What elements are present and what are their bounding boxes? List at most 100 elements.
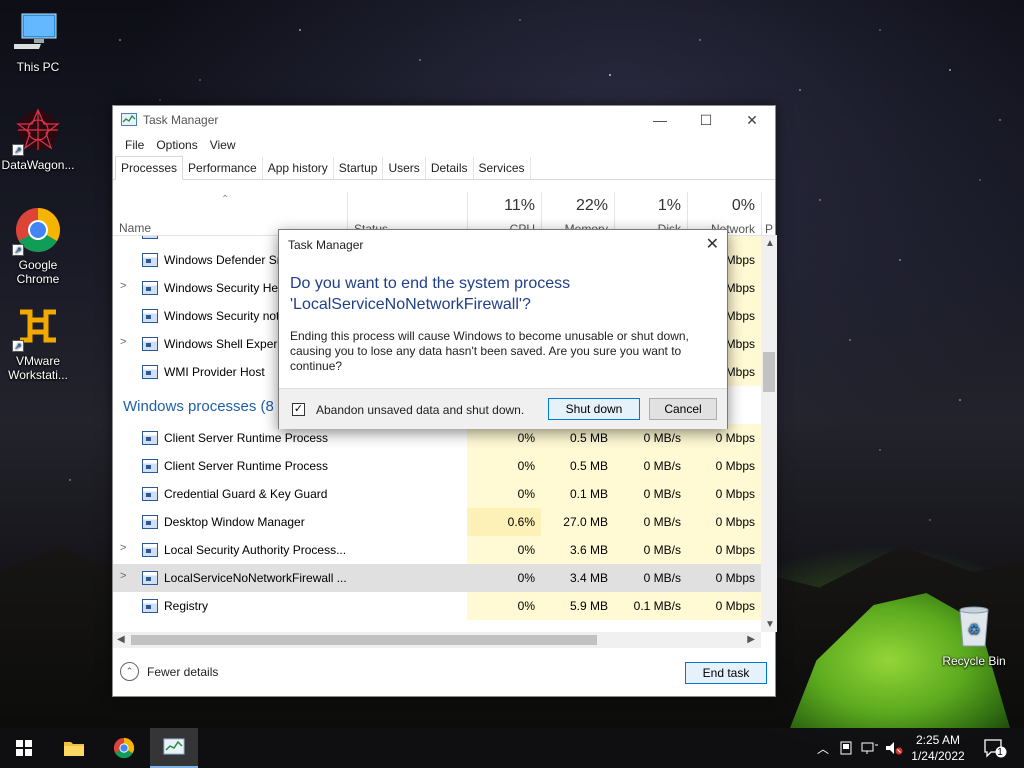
process-cpu-value: 0%: [517, 571, 535, 585]
menu-file[interactable]: File: [119, 138, 150, 152]
process-name: Client Server Runtime Process: [164, 431, 329, 445]
end-process-dialog: Task Manager ✕ Do you want to end the sy…: [278, 229, 728, 429]
process-row[interactable]: > LocalServiceNoNetworkFirewall ... 0% 3.4 …: [113, 564, 761, 592]
process-network-value: 0 Mbps: [715, 543, 755, 557]
desktop-icon-vmware[interactable]: ↗ VMware Workstati...: [0, 302, 76, 382]
disk-total: 1%: [657, 197, 681, 214]
process-disk-value: 0 MB/s: [643, 571, 681, 585]
end-task-button[interactable]: End task: [685, 662, 767, 684]
chrome-icon: [113, 737, 135, 759]
svg-text:♻: ♻: [968, 622, 981, 638]
column-header-name[interactable]: Name: [119, 221, 151, 235]
tab-performance[interactable]: Performance: [183, 157, 263, 179]
dialog-heading: Do you want to end the system process 'L…: [290, 273, 710, 315]
abandon-data-label[interactable]: Abandon unsaved data and shut down.: [316, 403, 524, 417]
desktop-icon-datawagon[interactable]: ↗ DataWagon...: [0, 106, 76, 172]
window-title: Task Manager: [143, 113, 219, 127]
process-icon: [142, 599, 158, 613]
desktop-icon-label: VMware Workstati...: [8, 354, 68, 382]
taskbar-file-explorer[interactable]: [50, 728, 98, 768]
vmware-icon: ↗: [12, 302, 62, 352]
desktop-icon-google-chrome[interactable]: ↗ Google Chrome: [0, 206, 76, 286]
task-manager-icon: [163, 738, 185, 755]
process-icon: [142, 571, 158, 585]
volume-muted-icon[interactable]: [884, 728, 904, 768]
computer-icon: [11, 8, 62, 56]
cpu-total: 11%: [504, 197, 535, 214]
tab-users[interactable]: Users: [383, 157, 426, 179]
process-row[interactable]: > Local Security Authority Process... 0% 3.…: [113, 536, 761, 564]
process-row[interactable]: Desktop Window Manager 0.6% 27.0 MB 0 MB/s 0…: [113, 508, 761, 536]
process-icon: [142, 337, 158, 351]
process-name: Local Security Authority Process...: [164, 543, 347, 557]
shortcut-arrow-icon: ↗: [12, 340, 24, 352]
shut-down-button[interactable]: Shut down: [548, 398, 640, 420]
menu-options[interactable]: Options: [150, 138, 203, 152]
vertical-scrollbar[interactable]: ▲ ▼: [761, 236, 777, 632]
show-hidden-icons-chevron[interactable]: ︿: [814, 728, 832, 768]
menu-view[interactable]: View: [204, 138, 242, 152]
process-name: Windows Shell Experie: [164, 337, 287, 351]
desktop-icon-label: Recycle Bin: [942, 654, 1006, 668]
fewer-details-button[interactable]: ⌃ Fewer details: [120, 662, 218, 681]
taskbar-task-manager[interactable]: [150, 728, 198, 768]
scroll-up-icon[interactable]: ▲: [765, 238, 775, 249]
process-disk-value: 0 MB/s: [643, 459, 681, 473]
tab-processes[interactable]: Processes: [115, 156, 184, 180]
desktop-icon-label: Google Chrome: [16, 258, 60, 286]
datawagon-icon: ↗: [12, 106, 62, 156]
maximize-button[interactable]: ☐: [683, 106, 729, 134]
desktop-icon-this-pc[interactable]: This PC: [0, 8, 76, 74]
scroll-left-icon[interactable]: ◀: [117, 634, 125, 645]
title-bar[interactable]: Task Manager — ☐ ✕: [113, 106, 775, 134]
expand-chevron-icon[interactable]: >: [120, 542, 126, 554]
process-row[interactable]: Client Server Runtime Process 0% 0.5 MB 0 M…: [113, 452, 761, 480]
expand-chevron-icon[interactable]: >: [120, 280, 126, 292]
action-center-button[interactable]: 1: [980, 728, 1010, 768]
process-cpu-value: 0%: [517, 431, 535, 445]
desktop-icon-recycle-bin[interactable]: ♻ Recycle Bin: [936, 602, 1012, 668]
network-icon[interactable]: [860, 728, 880, 768]
process-row[interactable]: Registry 0% 5.9 MB 0.1 MB/s 0 Mbps: [113, 592, 761, 620]
expand-chevron-icon[interactable]: >: [120, 570, 126, 582]
process-icon: [142, 253, 158, 267]
horizontal-scrollbar[interactable]: ◀ ▶: [113, 632, 761, 648]
start-button[interactable]: [0, 728, 48, 768]
folder-icon: [64, 742, 84, 756]
process-network-value: 0 Mbps: [715, 571, 755, 585]
column-header-power[interactable]: P: [761, 192, 777, 236]
tray-device-icon[interactable]: [838, 728, 854, 768]
process-disk-value: 0 MB/s: [643, 515, 681, 529]
minimize-button[interactable]: —: [637, 106, 683, 134]
vertical-scroll-thumb[interactable]: [763, 352, 775, 392]
taskbar-clock[interactable]: 2:25 AM 1/24/2022: [902, 732, 974, 764]
process-memory-value: 0.5 MB: [569, 431, 608, 445]
chevron-up-icon: ⌃: [120, 662, 139, 681]
process-cpu-value: 0%: [517, 459, 535, 473]
expand-chevron-icon[interactable]: >: [120, 336, 126, 348]
horizontal-scroll-thumb[interactable]: [131, 635, 597, 645]
tab-services[interactable]: Services: [474, 157, 531, 179]
menu-bar: File Options View: [113, 134, 775, 156]
scroll-right-icon[interactable]: ▶: [747, 634, 755, 645]
process-memory-value: 3.4 MB: [569, 571, 608, 585]
scroll-down-icon[interactable]: ▼: [765, 619, 775, 630]
network-total: 0%: [731, 197, 755, 214]
process-row[interactable]: Credential Guard & Key Guard 0% 0.1 MB 0 MB…: [113, 480, 761, 508]
process-memory-value: 5.9 MB: [569, 599, 608, 613]
close-button[interactable]: ✕: [729, 106, 775, 134]
abandon-data-checkbox[interactable]: ✓: [292, 403, 305, 416]
process-cpu-value: 0%: [517, 487, 535, 501]
cancel-button[interactable]: Cancel: [649, 398, 717, 420]
process-network-value: 0 Mbps: [715, 515, 755, 529]
process-disk-value: 0.1 MB/s: [633, 599, 681, 613]
sort-chevron-icon: ⌃: [221, 194, 230, 205]
dialog-close-icon[interactable]: ✕: [706, 234, 719, 254]
tab-startup[interactable]: Startup: [334, 157, 384, 179]
tab-strip: Processes Performance App history Startu…: [113, 156, 775, 180]
group-header-windows-processes[interactable]: Windows processes (8: [123, 398, 274, 415]
tab-app-history[interactable]: App history: [263, 157, 334, 179]
taskbar-chrome[interactable]: [100, 728, 148, 768]
process-cpu-value: 0.6%: [507, 515, 535, 529]
tab-details[interactable]: Details: [426, 157, 474, 179]
